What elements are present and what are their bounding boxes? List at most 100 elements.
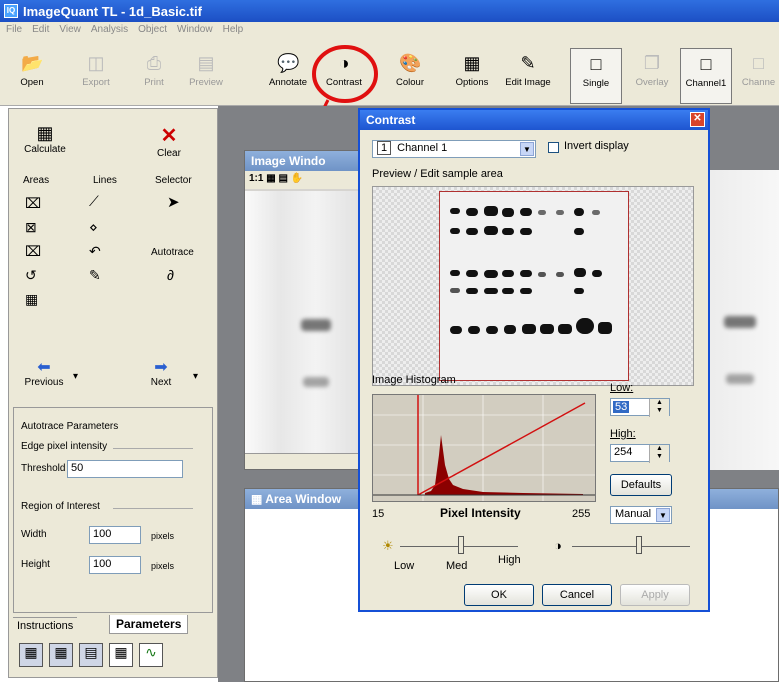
chevron-down-icon: ▼ [520, 142, 534, 156]
histogram-max-label: 255 [572, 508, 591, 520]
close-icon[interactable]: ✕ [690, 112, 705, 127]
export-button[interactable]: ◫ Export [70, 48, 122, 104]
menu-help[interactable]: Help [223, 24, 244, 36]
autotrace-tool-icon[interactable]: ∂ [167, 267, 174, 283]
gel-image-right [706, 170, 779, 470]
threshold-label: Threshold [21, 463, 66, 474]
curve-line-icon[interactable]: ↶ [89, 243, 101, 260]
print-icon: ⎙ [146, 53, 162, 73]
gel-band [576, 318, 594, 334]
open-folder-icon: 📂 [21, 53, 44, 73]
height-input[interactable]: 100 [89, 556, 141, 574]
zigzag-line-icon[interactable]: ⋄ [89, 219, 98, 236]
low-input[interactable]: 53 ▲ ▼ [610, 398, 670, 417]
single-view-icon: □ [590, 54, 602, 74]
options-icon: ▦ [463, 53, 481, 73]
freehand-area-icon[interactable]: ↺ [25, 267, 37, 284]
tab-instructions[interactable]: Instructions [13, 617, 78, 634]
edit-image-button[interactable]: ✎ Edit Image [502, 48, 554, 104]
overlay-button[interactable]: ❐ Overlay [626, 48, 678, 104]
region-of-interest-label: Region of Interest [21, 501, 100, 512]
single-button[interactable]: □ Single [570, 48, 622, 104]
threshold-input[interactable]: 50 [67, 460, 183, 478]
high-input[interactable]: 254 ▲ ▼ [610, 444, 670, 463]
polygon-area-icon[interactable]: ⌧ [25, 243, 41, 260]
menu-analysis[interactable]: Analysis [91, 24, 128, 36]
preview-button[interactable]: ▤ Preview [180, 48, 232, 104]
menu-window[interactable]: Window [177, 24, 213, 36]
image-window[interactable]: Image Windo 1:1 ▦ ▤ ✋ [244, 150, 364, 470]
channel-number-badge: 1 [377, 141, 392, 155]
colour-button[interactable]: 🎨 Colour [384, 48, 436, 104]
measurement-icon[interactable]: ▤ [79, 643, 103, 667]
area-window-title: Area Window [265, 492, 342, 506]
gel-band [466, 228, 478, 235]
gel-band [556, 210, 564, 215]
print-button[interactable]: ⎙ Print [128, 48, 180, 104]
apply-button[interactable]: Apply [620, 584, 690, 606]
menu-view[interactable]: View [59, 24, 81, 36]
gel-band [502, 270, 514, 277]
preview-area[interactable] [372, 186, 694, 386]
clear-button[interactable]: ✕ Clear [149, 123, 189, 159]
invert-display-checkbox[interactable] [548, 142, 559, 153]
mode-select[interactable]: Manual ▼ [610, 506, 672, 524]
gel-band [574, 208, 584, 216]
preview-icon: ▤ [197, 53, 215, 73]
calculate-button[interactable]: ▦ Calculate [17, 123, 73, 155]
sample-area[interactable] [439, 191, 629, 381]
image-view-icon[interactable]: ▦ [19, 643, 43, 667]
image-edit-view-icon[interactable]: ▦ [49, 643, 73, 667]
contrast-slider-track[interactable] [572, 546, 690, 547]
defaults-button[interactable]: Defaults [610, 474, 672, 496]
ellipse-area-icon[interactable]: ⊠ [25, 219, 37, 236]
channel2-button[interactable]: □ Channe [738, 48, 779, 104]
tab-parameters[interactable]: Parameters [109, 615, 189, 634]
width-input[interactable]: 100 [89, 526, 141, 544]
next-dropdown-icon[interactable]: ▾ [193, 371, 198, 382]
line-tool-icon[interactable]: ⟋ [89, 193, 99, 210]
cancel-button[interactable]: Cancel [542, 584, 612, 606]
zoom-fit-icon[interactable]: ▦ [266, 173, 275, 184]
rectangle-area-icon[interactable]: ⌧ [25, 195, 41, 212]
high-spinner-icon[interactable]: ▲ ▼ [649, 445, 669, 463]
overlay-icon: ❐ [643, 53, 661, 73]
next-button[interactable]: ➡ Next [141, 357, 181, 388]
freehand-line-icon[interactable]: ✎ [89, 267, 101, 284]
autotrace-label: Autotrace [151, 247, 194, 258]
gel-band [520, 208, 532, 216]
channel-select[interactable]: 1 Channel 1 ▼ [372, 140, 536, 158]
previous-dropdown-icon[interactable]: ▾ [73, 371, 78, 382]
menu-file[interactable]: File [6, 24, 22, 36]
grid-area-icon[interactable]: ▦ [25, 291, 38, 308]
divider [113, 448, 193, 449]
hand-pan-icon[interactable]: ✋ [291, 173, 303, 184]
selector-arrow-icon[interactable]: ➤ [167, 193, 180, 211]
brightness-slider-thumb[interactable] [458, 536, 464, 554]
gel-band [538, 272, 546, 277]
ok-button[interactable]: OK [464, 584, 534, 606]
gel-band [484, 270, 498, 278]
contrast-dialog-title: Contrast [366, 113, 416, 127]
zoom-icon[interactable]: ▤ [278, 173, 287, 184]
gel-band [466, 270, 478, 277]
menu-object[interactable]: Object [138, 24, 167, 36]
menu-edit[interactable]: Edit [32, 24, 49, 36]
gel-band [592, 210, 600, 215]
open-button[interactable]: 📂 Open [6, 48, 58, 104]
options-button[interactable]: ▦ Options [446, 48, 498, 104]
horizontal-scrollbar[interactable] [245, 453, 363, 469]
gel-band [502, 228, 514, 235]
channel1-button[interactable]: □ Channel1 [680, 48, 732, 104]
zoom-1to1-label[interactable]: 1:1 [249, 173, 263, 184]
gel-band [520, 228, 532, 235]
previous-button[interactable]: ⬅ Previous [19, 357, 69, 388]
table-icon[interactable]: ▦ [109, 643, 133, 667]
image-window-toolbar: 1:1 ▦ ▤ ✋ [245, 171, 363, 189]
calculator-icon: ▦ [36, 123, 54, 143]
contrast-curve [417, 402, 586, 496]
low-spinner-icon[interactable]: ▲ ▼ [649, 399, 669, 417]
profile-graph-icon[interactable]: ∿ [139, 643, 163, 667]
gel-band [574, 288, 584, 294]
contrast-slider-thumb[interactable] [636, 536, 642, 554]
